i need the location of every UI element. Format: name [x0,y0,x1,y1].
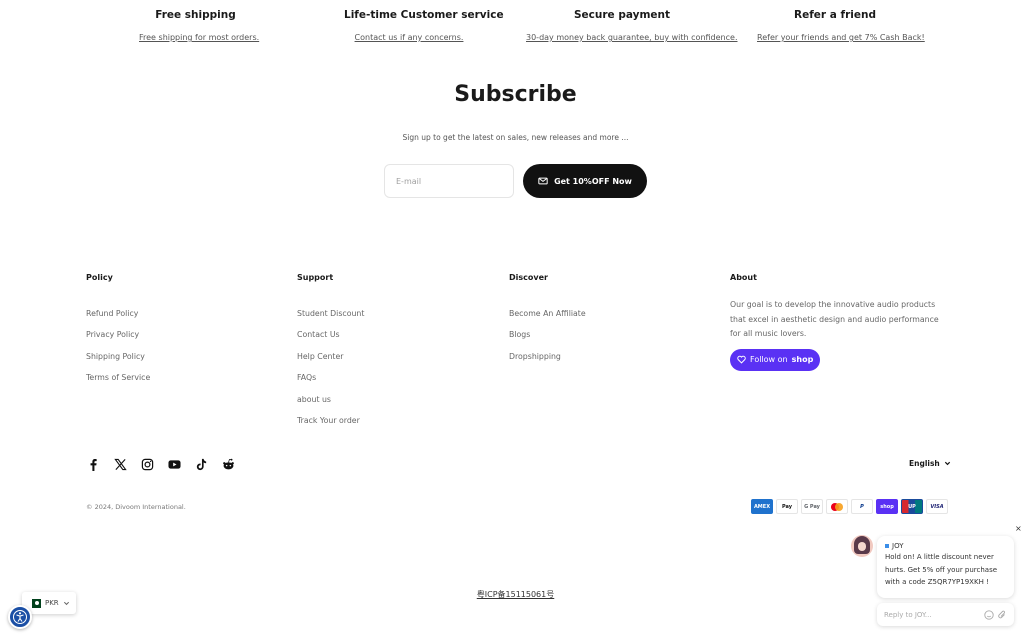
shop-pay-icon: shop [876,499,898,514]
visa-icon: VISA [926,499,948,514]
youtube-icon[interactable] [167,457,181,471]
benefit-title: Refer a friend [794,9,876,21]
benefit-title: Free shipping [155,9,236,21]
benefit-link[interactable]: Refer your friends and get 7% Cash Back! [757,33,925,42]
apple-pay-icon: Pay [776,499,798,514]
chat-message-text: Hold on! A little discount never hurts. … [885,553,998,586]
reddit-icon[interactable] [221,457,235,471]
footer-link-track-order[interactable]: Track Your order [297,416,360,425]
emoji-icon[interactable] [984,609,994,620]
benefit-customer-service: Life-time Customer service Contact us if… [344,9,504,44]
online-dot-icon [885,544,889,548]
benefit-refer-friend: Refer a friend Refer your friends and ge… [757,9,925,44]
accessibility-button[interactable] [8,605,32,629]
footer-link-contact[interactable]: Contact Us [297,330,340,339]
benefit-link[interactable]: Free shipping for most orders. [139,33,259,42]
paypal-icon: P [851,499,873,514]
subscribe-title: Subscribe [454,82,577,107]
payment-icons: AMEX Pay G Pay P shop UP VISA [751,499,948,514]
x-icon[interactable] [113,457,127,471]
footer-link-faqs[interactable]: FAQs [297,373,316,382]
facebook-icon[interactable] [86,457,100,471]
benefit-secure-payment: Secure payment 30-day money back guarant… [526,9,738,44]
chat-reply-input[interactable] [884,610,981,619]
google-pay-icon: G Pay [801,499,823,514]
footer-link-shipping[interactable]: Shipping Policy [86,352,145,361]
footer-heading: Support [297,273,334,282]
footer-link-refund[interactable]: Refund Policy [86,309,138,318]
footer-link-help-center[interactable]: Help Center [297,352,344,361]
subscribe-button[interactable]: Get 10%OFF Now [523,164,647,198]
follow-label: Follow on [750,355,788,365]
chevron-down-icon [63,601,69,605]
attachment-icon[interactable] [997,610,1007,620]
footer-link-student-discount[interactable]: Student Discount [297,309,364,318]
chat-close-icon[interactable]: × [1015,524,1022,533]
footer-discover: Discover Become An Affiliate Blogs Drops… [509,273,586,365]
footer-support: Support Student Discount Contact Us Help… [297,273,364,429]
chat-agent-avatar [851,535,873,557]
heart-icon [737,356,746,364]
about-text: Our goal is to develop the innovative au… [730,300,939,339]
footer-link-affiliate[interactable]: Become An Affiliate [509,309,586,318]
benefit-title: Secure payment [573,9,671,21]
mastercard-icon [826,499,848,514]
follow-on-shop-button[interactable]: Follow on shop [730,348,821,371]
benefit-link[interactable]: Contact us if any concerns. [355,33,464,42]
unionpay-icon: UP [901,499,923,514]
footer-heading: Policy [86,273,113,282]
subscribe-text: Sign up to get the latest on sales, new … [402,133,629,142]
chat-reply-box [877,603,1014,626]
benefit-free-shipping: Free shipping Free shipping for most ord… [139,9,259,44]
footer-link-dropshipping[interactable]: Dropshipping [509,352,561,361]
chat-agent-name: JOY [885,542,1006,550]
footer-heading: Discover [509,273,548,282]
amex-icon: AMEX [751,499,773,514]
currency-label: PKR [45,599,59,607]
accessibility-icon [13,610,27,624]
language-label: English [909,459,940,468]
footer-policy: Policy Refund Policy Privacy Policy Ship… [86,273,150,387]
social-links [86,457,235,471]
subscribe-button-label: Get 10%OFF Now [554,176,632,186]
pakistan-flag-icon [29,598,41,608]
footer-heading: About [730,273,757,282]
footer-link-blogs[interactable]: Blogs [509,330,530,339]
benefit-title: Life-time Customer service [344,9,504,21]
footer-link-about-us[interactable]: about us [297,395,331,404]
instagram-icon[interactable] [140,457,154,471]
email-field[interactable] [384,164,514,198]
shop-logo: shop [791,355,814,365]
footer-link-terms[interactable]: Terms of Service [86,373,150,382]
chevron-down-icon [944,461,950,466]
footer-about: About Our goal is to develop the innovat… [730,273,942,371]
mail-icon [538,177,548,185]
tiktok-icon[interactable] [194,457,208,471]
benefit-link[interactable]: 30-day money back guarantee, buy with co… [526,33,738,42]
copyright: © 2024, Divoom International. [86,503,186,511]
footer-link-privacy[interactable]: Privacy Policy [86,330,139,339]
language-selector[interactable]: English [909,459,951,468]
chat-message-bubble[interactable]: JOY Hold on! A little discount never hur… [877,536,1014,598]
